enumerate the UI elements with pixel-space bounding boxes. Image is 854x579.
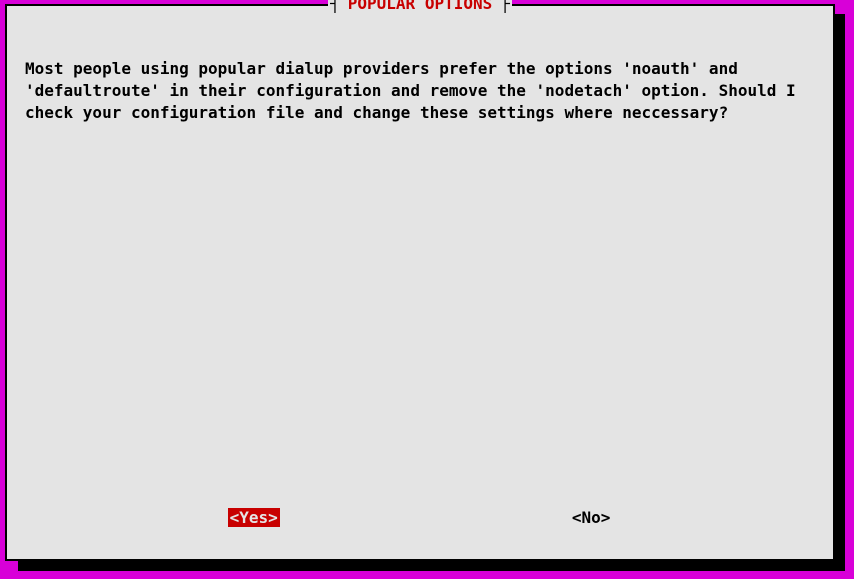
popular-options-dialog: ┤POPULAR OPTIONS├ Most people using popu… bbox=[5, 4, 835, 561]
dialog-message: Most people using popular dialup provide… bbox=[25, 58, 815, 124]
button-row: <Yes> <No> bbox=[7, 508, 833, 527]
dialog-title: POPULAR OPTIONS bbox=[340, 0, 501, 13]
no-button[interactable]: <No> bbox=[570, 508, 613, 527]
title-bracket-left: ┤ bbox=[330, 0, 340, 13]
dialog-title-bar: ┤POPULAR OPTIONS├ bbox=[7, 0, 833, 13]
yes-button[interactable]: <Yes> bbox=[228, 508, 280, 527]
title-bracket-right: ├ bbox=[500, 0, 510, 13]
